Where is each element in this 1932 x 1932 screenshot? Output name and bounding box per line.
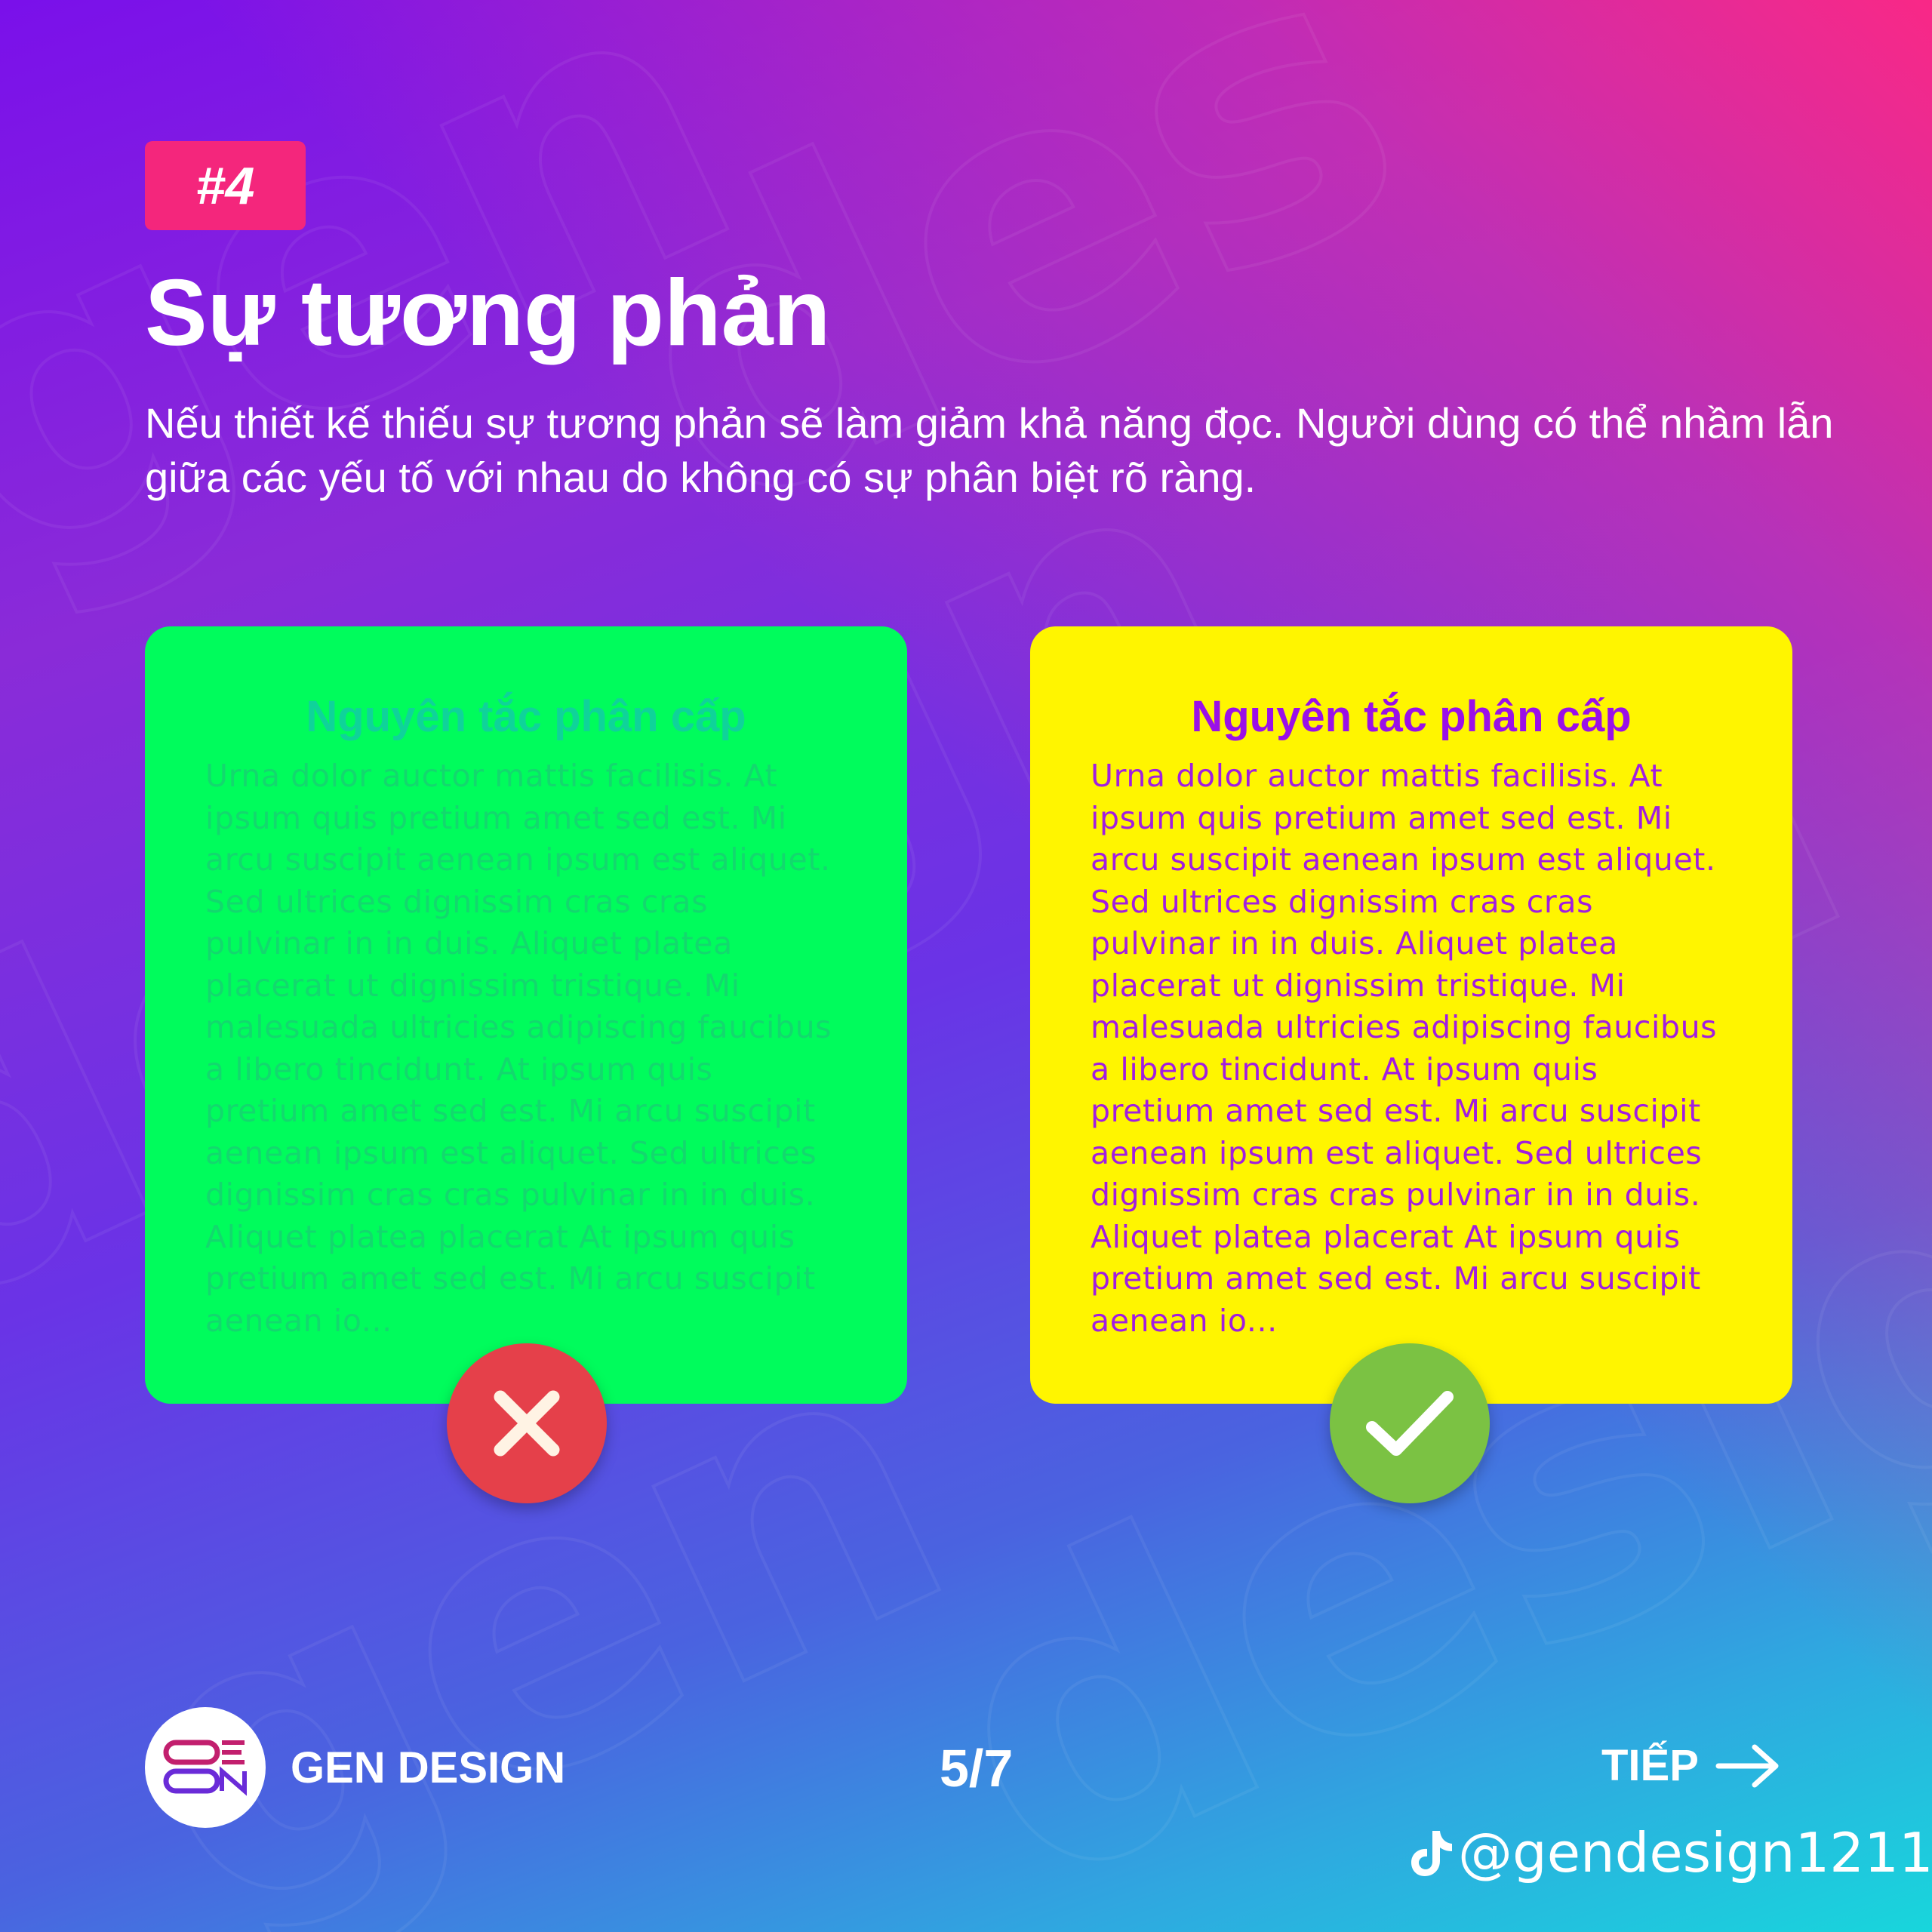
next-label: TIẾP xyxy=(1601,1741,1699,1790)
handle-text: @gendesign1211 xyxy=(1458,1821,1932,1884)
x-icon xyxy=(494,1390,560,1457)
page-title: Sự tương phản xyxy=(145,261,831,365)
good-example-card: Nguyên tắc phân cấp Urna dolor auctor ma… xyxy=(1030,626,1792,1404)
bad-card-title: Nguyên tắc phân cấp xyxy=(306,692,746,741)
section-number: #4 xyxy=(195,156,255,215)
brand-name: GEN DESIGN xyxy=(291,1743,566,1792)
check-icon xyxy=(1366,1391,1454,1456)
tiktok-icon xyxy=(1411,1831,1452,1876)
right-badge xyxy=(1330,1343,1490,1503)
good-card-title: Nguyên tắc phân cấp xyxy=(1191,692,1632,741)
arrow-right-icon xyxy=(1715,1744,1779,1788)
page-subtitle: Nếu thiết kế thiếu sự tương phản sẽ làm … xyxy=(145,399,1834,501)
bad-example-card: Nguyên tắc phân cấp Urna dolor auctor ma… xyxy=(145,626,907,1404)
wrong-badge xyxy=(447,1343,607,1503)
logo-mark xyxy=(163,1740,247,1796)
social-handle[interactable]: @gendesign1211 xyxy=(1410,1819,1932,1887)
next-button[interactable]: TIẾP xyxy=(1601,1740,1780,1792)
section-number-badge: #4 xyxy=(145,141,306,230)
gen-design-logo-icon xyxy=(145,1707,266,1828)
bad-card-body: Urna dolor auctor mattis facilisis. At i… xyxy=(205,758,832,1339)
good-card-body: Urna dolor auctor mattis facilisis. At i… xyxy=(1091,758,1718,1339)
page-indicator: 5/7 xyxy=(940,1739,1014,1798)
